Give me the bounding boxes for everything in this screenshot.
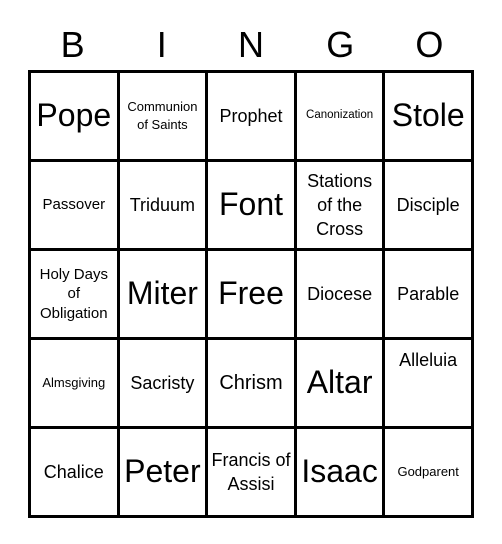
bingo-cell[interactable]: Prophet [208, 73, 297, 162]
bingo-cell[interactable]: Chalice [31, 429, 120, 518]
bingo-cell[interactable]: Pope [31, 73, 120, 162]
bingo-cell[interactable]: Canonization [296, 73, 386, 162]
free-space-cell[interactable]: Free [208, 251, 297, 340]
bingo-cell[interactable]: Stations of the Cross [296, 162, 386, 251]
bingo-cell[interactable]: Font [208, 162, 297, 251]
bingo-cell[interactable]: Alleluia [385, 340, 474, 429]
bingo-cell[interactable]: Miter [119, 251, 209, 340]
bingo-cell[interactable]: Diocese [296, 251, 386, 340]
header-letter-g: G [326, 24, 355, 65]
bingo-cell[interactable]: Altar [296, 340, 386, 429]
header-letter-o: O [415, 24, 444, 65]
bingo-cell[interactable]: Passover [31, 162, 120, 251]
bingo-cell[interactable]: Francis of Assisi [208, 429, 297, 518]
bingo-cell[interactable]: Communion of Saints [119, 73, 209, 162]
header-letter-n: N [237, 24, 264, 65]
bingo-cell[interactable]: Chrism [208, 340, 297, 429]
bingo-cell[interactable]: Holy Days of Obligation [31, 251, 120, 340]
bingo-cell[interactable]: Parable [385, 251, 474, 340]
bingo-cell[interactable]: Almsgiving [31, 340, 120, 429]
header-letter-i: I [156, 24, 167, 65]
bingo-header: B I N G O [28, 20, 474, 70]
bingo-cell[interactable]: Isaac [296, 429, 386, 518]
bingo-cell[interactable]: Triduum [119, 162, 209, 251]
bingo-grid: Pope Communion of Saints Prophet Canoniz… [28, 70, 474, 518]
bingo-cell[interactable]: Peter [119, 429, 209, 518]
bingo-cell[interactable]: Stole [385, 73, 474, 162]
header-letter-b: B [60, 24, 85, 65]
bingo-cell[interactable]: Disciple [385, 162, 474, 251]
bingo-cell[interactable]: Sacristy [119, 340, 209, 429]
bingo-cell[interactable]: Godparent [385, 429, 474, 518]
